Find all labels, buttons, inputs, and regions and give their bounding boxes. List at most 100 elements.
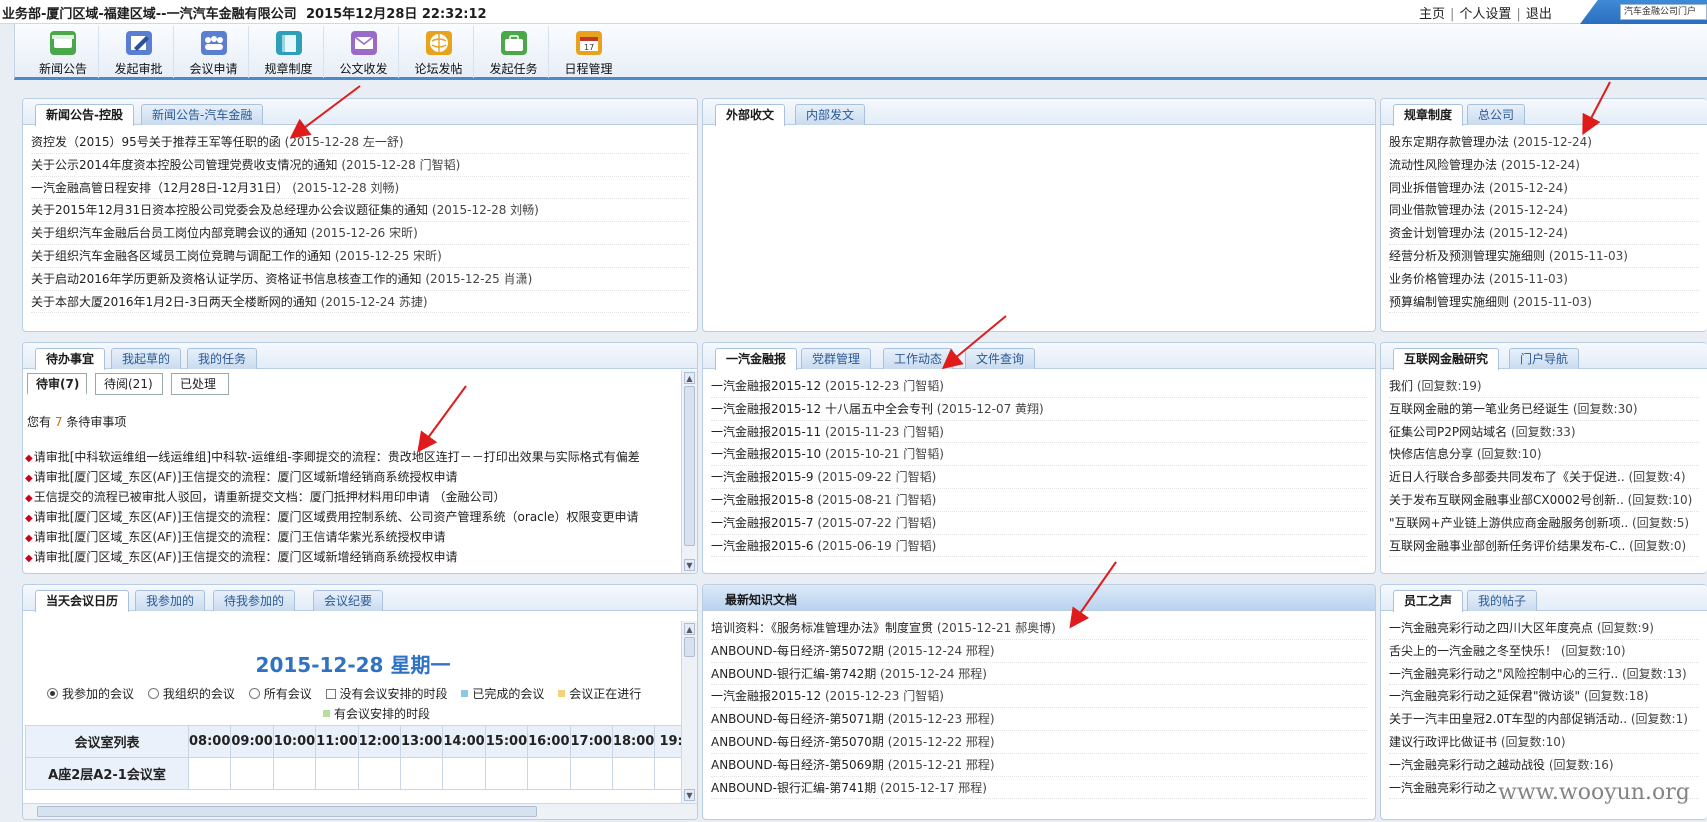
- time-slot[interactable]: [442, 757, 486, 790]
- time-slot[interactable]: [315, 757, 359, 790]
- toolbar-button-2[interactable]: 发起审批: [98, 26, 178, 78]
- scroll-up-icon[interactable]: ▲: [684, 372, 695, 384]
- list-item[interactable]: 业务价格管理办法 (2015-11-03): [1389, 268, 1699, 291]
- list-item[interactable]: 股东定期存款管理办法 (2015-12-24): [1389, 131, 1699, 154]
- time-slot[interactable]: [187, 757, 232, 790]
- list-item[interactable]: 资金计划管理办法 (2015-12-24): [1389, 222, 1699, 245]
- radio-icon[interactable]: [248, 688, 260, 699]
- list-item[interactable]: 关于组织汽车金融后台员工岗位内部竞聘会议的通知 (2015-12-26 宋昕): [31, 222, 689, 245]
- toolbar-button-4[interactable]: 规章制度: [248, 26, 328, 78]
- tab-rules[interactable]: 规章制度: [1393, 104, 1464, 126]
- list-item[interactable]: 一汽金融报2015-12 (2015-12-23 门智韬): [711, 685, 1367, 709]
- list-item[interactable]: 关于公示2014年度资本控股公司管理党费收支情况的通知 (2015-12-28 …: [31, 154, 689, 177]
- radio-icon[interactable]: [47, 688, 58, 699]
- tab-my-drafts[interactable]: 我起草的: [111, 348, 182, 369]
- todo-item[interactable]: ◆请审批[厦门区域_东区(AF)]王信提交的流程：厦门王信请华紫光系统授权申请: [25, 527, 697, 547]
- tab-staff-voice[interactable]: 员工之声: [1393, 590, 1464, 612]
- list-item[interactable]: 预算编制管理实施细则 (2015-11-03): [1389, 291, 1699, 314]
- tab-external-docs[interactable]: 外部收文: [715, 104, 786, 126]
- tab-internet-finance[interactable]: 互联网金融研究: [1393, 348, 1500, 370]
- toolbar-button-7[interactable]: 发起任务: [473, 26, 553, 78]
- scroll-up-icon[interactable]: ▲: [684, 623, 695, 635]
- list-item[interactable]: 关于一汽丰田皇冠2.0T车型的内部促销活动.. (回复数:1): [1389, 708, 1699, 731]
- list-item[interactable]: 一汽金融报2015-7 (2015-07-22 门智韬): [711, 512, 1367, 535]
- tab-head-office[interactable]: 总公司: [1467, 104, 1526, 125]
- list-item[interactable]: 一汽金融报2015-9 (2015-09-22 门智韬): [711, 466, 1367, 489]
- tab-pending-meetings[interactable]: 待我参加的: [213, 590, 296, 611]
- list-item[interactable]: 一汽金融亮彩行动之"风险控制中心的三行.. (回复数:13): [1389, 663, 1699, 686]
- scroll-down-icon[interactable]: ▼: [684, 789, 695, 801]
- todo-scrollbar[interactable]: ▲ ▼: [681, 370, 697, 573]
- list-item[interactable]: 一汽金融亮彩行动之四川大区年度亮点 (回复数:9): [1389, 617, 1699, 640]
- filter-no-meeting[interactable]: 没有会议安排的时段: [325, 687, 448, 701]
- time-slot[interactable]: [527, 757, 571, 790]
- list-item[interactable]: ANBOUND-每日经济-第5071期 (2015-12-23 邢程): [711, 708, 1367, 731]
- list-item[interactable]: 互联网金融事业部创新任务评价结果发布-C.. (回复数:0): [1389, 535, 1699, 558]
- toolbar-button-3[interactable]: 会议申请: [173, 26, 253, 78]
- list-item[interactable]: 一汽金融亮彩行动之延保君"微访谈" (回复数:18): [1389, 685, 1699, 709]
- meeting-hscrollbar[interactable]: [23, 803, 697, 819]
- time-slot[interactable]: [230, 757, 274, 790]
- list-item[interactable]: 舌尖上的一汽金融之冬至快乐！ (回复数:10): [1389, 640, 1699, 663]
- tab-internal-docs[interactable]: 内部发文: [795, 104, 866, 125]
- list-item[interactable]: 征集公司P2P网站域名 (回复数:33): [1389, 421, 1699, 444]
- list-item[interactable]: 同业借款管理办法 (2015-12-24): [1389, 199, 1699, 223]
- todo-item[interactable]: ◆王信提交的流程已被审批人驳回，请重新提交文档：厦门抵押材料用印申请 （金融公司…: [25, 487, 697, 507]
- list-item[interactable]: 一汽金融高管日程安排（12月28日-12月31日） (2015-12-28 刘畅…: [31, 177, 689, 200]
- radio-icon[interactable]: [147, 688, 159, 699]
- scroll-thumb[interactable]: [684, 637, 695, 657]
- list-item[interactable]: 一汽金融报2015-10 (2015-10-21 门智韬): [711, 443, 1367, 467]
- meeting-scrollbar[interactable]: ▲ ▼: [681, 621, 697, 803]
- list-item[interactable]: 流动性风险管理办法 (2015-12-24): [1389, 154, 1699, 177]
- list-item[interactable]: 关于发布互联网金融事业部CX0002号创新.. (回复数:10): [1389, 489, 1699, 512]
- checkbox-icon[interactable]: [325, 689, 336, 699]
- toolbar-button-5[interactable]: 公文收发: [323, 26, 403, 78]
- scroll-thumb[interactable]: [684, 386, 695, 546]
- list-item[interactable]: 关于本部大厦2016年1月2日-3日两天全楼断网的通知 (2015-12-24 …: [31, 291, 689, 314]
- hscroll-thumb[interactable]: [37, 806, 537, 817]
- list-item[interactable]: ANBOUND-每日经济-第5072期 (2015-12-24 邢程): [711, 640, 1367, 663]
- subtab-processed[interactable]: 已处理: [171, 373, 229, 395]
- filter-organized[interactable]: 我组织的会议: [147, 687, 235, 701]
- list-item[interactable]: 建议行政评比做证书 (回复数:10): [1389, 731, 1699, 754]
- tab-party-management[interactable]: 党群管理: [801, 348, 872, 369]
- home-link[interactable]: 主页: [1419, 7, 1445, 22]
- toolbar-button-6[interactable]: 论坛发帖: [398, 26, 478, 78]
- list-item[interactable]: ANBOUND-银行汇编-第741期 (2015-12-17 邢程): [711, 777, 1367, 800]
- tab-faw-newspaper[interactable]: 一汽金融报: [715, 348, 798, 370]
- list-item[interactable]: 一汽金融报2015-12 十八届五中全会专刊 (2015-12-07 黄翔): [711, 398, 1367, 421]
- list-item[interactable]: 经营分析及预测管理实施细则 (2015-11-03): [1389, 245, 1699, 268]
- list-item[interactable]: 一汽金融亮彩行动之越动战役 (回复数:16): [1389, 754, 1699, 777]
- list-item[interactable]: 培训资料：《服务标准管理办法》制度宣贯 (2015-12-21 郝奥博): [711, 617, 1367, 640]
- time-slot[interactable]: [357, 757, 401, 790]
- tab-work-news[interactable]: 工作动态: [883, 348, 954, 369]
- list-item[interactable]: "互联网+产业链上游供应商金融服务创新项.. (回复数:5): [1389, 512, 1699, 535]
- tab-meeting-minutes[interactable]: 会议纪要: [313, 590, 384, 611]
- tab-today-meetings[interactable]: 当天会议日历: [35, 590, 130, 612]
- list-item[interactable]: 一汽金融报2015-12 (2015-12-23 门智韬): [711, 375, 1367, 398]
- todo-item[interactable]: ◆请审批[厦门区域_东区(AF)]王信提交的流程：厦门区域新增经销商系统授权申请: [25, 547, 697, 567]
- tab-my-posts[interactable]: 我的帖子: [1467, 590, 1538, 611]
- tab-news-holding[interactable]: 新闻公告-控股: [35, 104, 134, 126]
- portal-select[interactable]: 汽车金融公司门户: [1620, 4, 1707, 20]
- time-slot[interactable]: [484, 757, 529, 790]
- todo-item[interactable]: ◆请审批[中科软运维组一线运维组]中科软-运维组-李卿提交的流程：贵改地区连打－…: [25, 447, 697, 467]
- time-slot[interactable]: [399, 757, 444, 790]
- tab-news-auto-finance[interactable]: 新闻公告-汽车金融: [141, 104, 264, 125]
- settings-link[interactable]: 个人设置: [1459, 7, 1511, 22]
- list-item[interactable]: 一汽金融报2015-11 (2015-11-23 门智韬): [711, 421, 1367, 444]
- list-item[interactable]: 一汽金融报2015-8 (2015-08-21 门智韬): [711, 489, 1367, 512]
- time-slot[interactable]: [272, 757, 317, 790]
- scroll-down-icon[interactable]: ▼: [684, 559, 695, 571]
- list-item[interactable]: 快修店信息分享 (回复数:10): [1389, 443, 1699, 467]
- tab-file-search[interactable]: 文件查询: [965, 348, 1036, 369]
- room-name[interactable]: A座2层A2-1会议室: [25, 757, 189, 790]
- logout-link[interactable]: 退出: [1526, 7, 1552, 22]
- subtab-pending-review[interactable]: 待审(7): [27, 373, 87, 395]
- list-item[interactable]: 一汽金融报2015-6 (2015-06-19 门智韬): [711, 535, 1367, 558]
- list-item[interactable]: ANBOUND-每日经济-第5070期 (2015-12-22 邢程): [711, 731, 1367, 754]
- tab-my-tasks[interactable]: 我的任务: [187, 348, 258, 369]
- list-item[interactable]: 关于启动2016年学历更新及资格认证学历、资格证书信息核查工作的通知 (2015…: [31, 268, 689, 291]
- list-item[interactable]: ANBOUND-银行汇编-第742期 (2015-12-24 邢程): [711, 663, 1367, 686]
- list-item[interactable]: 关于组织汽车金融各区域员工岗位竞聘与调配工作的通知 (2015-12-25 宋昕…: [31, 245, 689, 268]
